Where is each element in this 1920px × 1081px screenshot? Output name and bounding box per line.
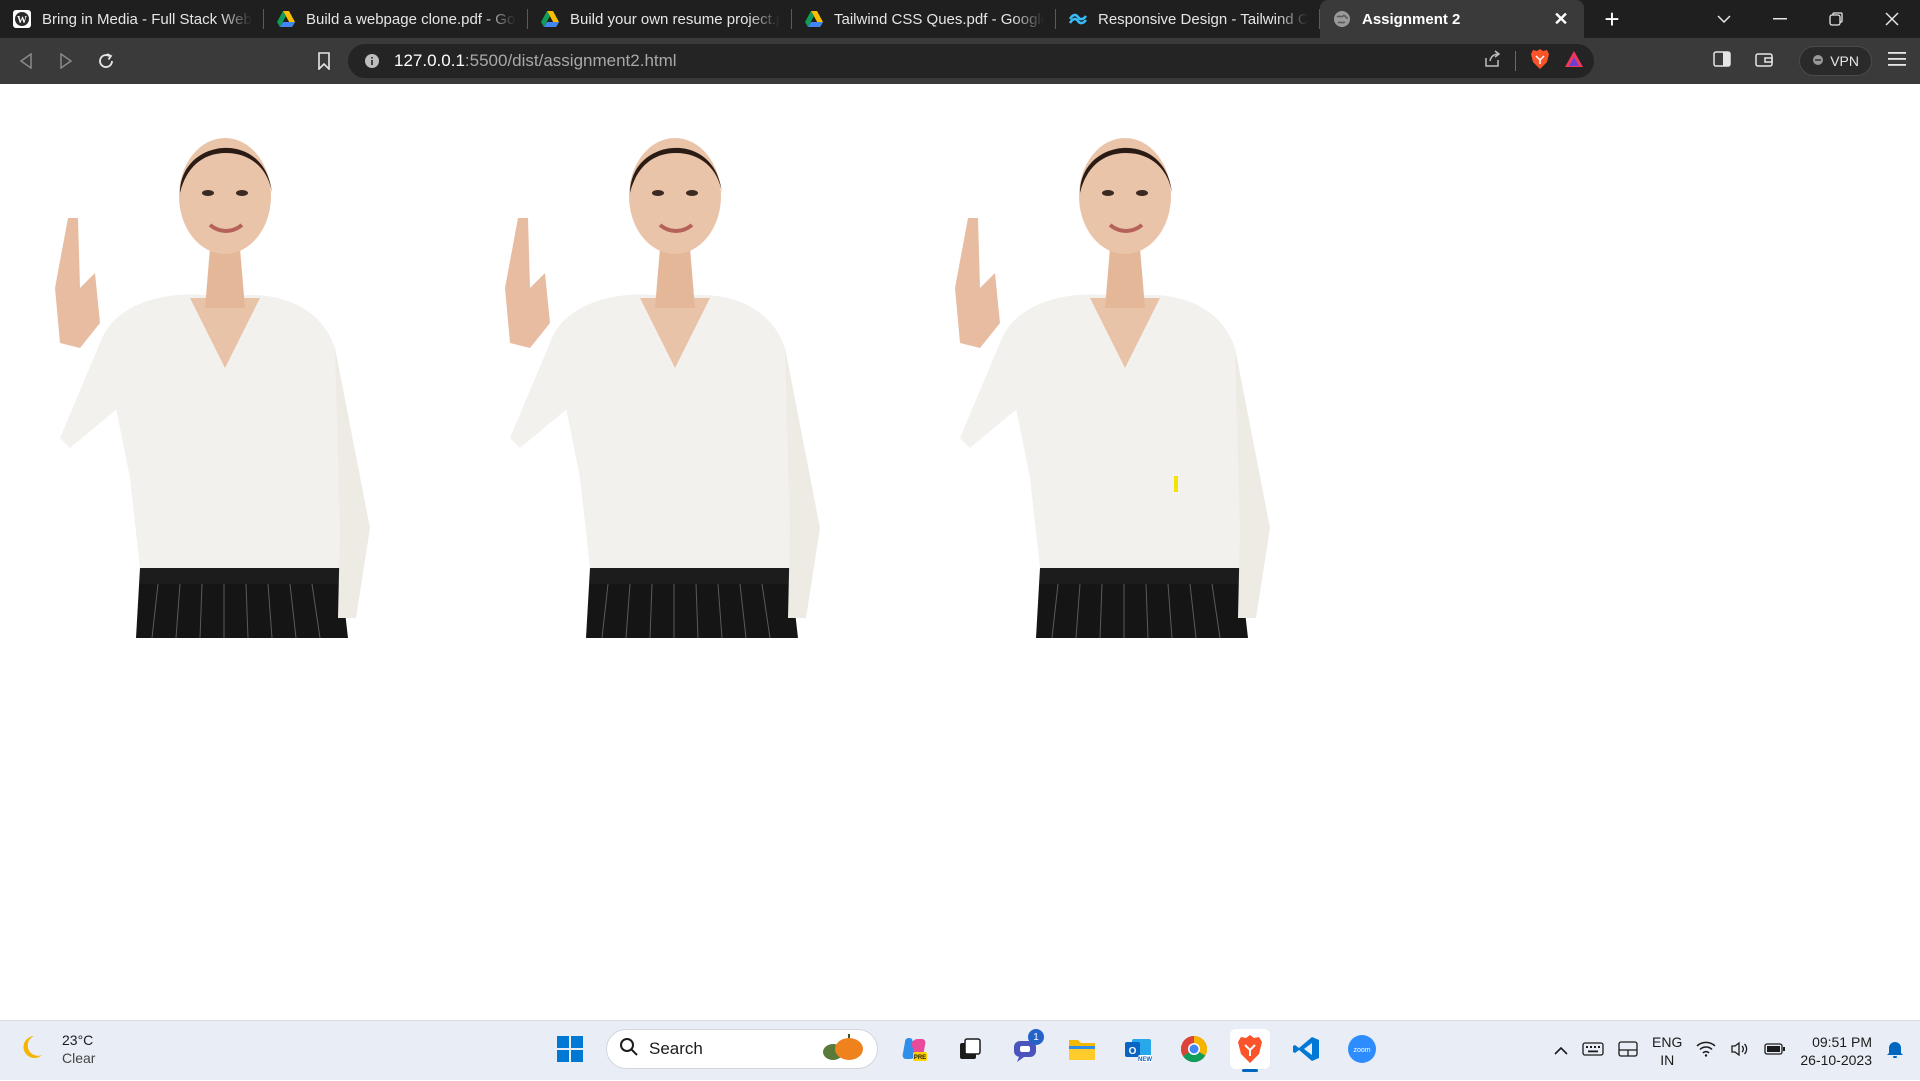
zoom-icon[interactable]: zoom [1342, 1029, 1382, 1069]
weather-temperature: 23°C [62, 1032, 94, 1048]
close-tab-icon[interactable]: ✕ [1550, 8, 1572, 30]
woman-pointing-image-3 [955, 138, 1270, 639]
brave-shields-icon[interactable] [1530, 48, 1550, 75]
taskbar-search[interactable]: Search [606, 1029, 878, 1069]
tab-webpage-clone[interactable]: Build a webpage clone.pdf - Goo [264, 0, 528, 38]
vpn-button[interactable]: VPN [1799, 46, 1872, 76]
tab-assignment-2[interactable]: Assignment 2 ✕ [1320, 0, 1584, 38]
clock-date: 26-10-2023 [1800, 1052, 1872, 1068]
restore-icon[interactable] [1808, 0, 1864, 38]
search-icon [619, 1037, 639, 1062]
language-code: ENG [1652, 1034, 1683, 1050]
language-indicator[interactable]: ENG IN [1652, 1033, 1682, 1069]
back-icon[interactable] [6, 43, 46, 79]
google-drive-icon [804, 9, 824, 29]
weather-condition: Clear [62, 1050, 96, 1066]
site-info-icon[interactable] [362, 51, 382, 71]
tab-bring-in-media[interactable]: W Bring in Media - Full Stack Web D [0, 0, 264, 38]
weather-widget[interactable]: 23°C Clear [22, 1031, 95, 1067]
tab-title: Bring in Media - Full Stack Web D [42, 10, 252, 28]
tab-resume-project[interactable]: Build your own resume project.p [528, 0, 792, 38]
url-host: 127.0.0.1 [394, 51, 465, 70]
address-bar[interactable]: 127.0.0.1:5500/dist/assignment2.html [348, 44, 1594, 78]
tailwind-icon [1068, 9, 1088, 29]
tab-responsive-design[interactable]: Responsive Design - Tailwind CSS [1056, 0, 1320, 38]
sidebar-toggle-icon[interactable] [1713, 50, 1731, 72]
svg-text:O: O [1129, 1046, 1137, 1057]
touchpad-icon[interactable] [1618, 1040, 1638, 1062]
tab-title: Responsive Design - Tailwind CSS [1098, 10, 1308, 28]
tab-title: Build a webpage clone.pdf - Goo [306, 10, 516, 28]
google-drive-icon [540, 9, 560, 29]
battery-icon[interactable] [1764, 1042, 1786, 1061]
vpn-status-icon [1812, 53, 1824, 69]
tab-strip: W Bring in Media - Full Stack Web D Buil… [0, 0, 1920, 38]
keyboard-icon[interactable] [1582, 1041, 1604, 1061]
close-window-icon[interactable] [1864, 0, 1920, 38]
tab-tailwind-ques[interactable]: Tailwind CSS Ques.pdf - Google I [792, 0, 1056, 38]
menu-icon[interactable] [1888, 51, 1906, 71]
notification-bell-icon[interactable] [1886, 1039, 1904, 1064]
woman-pointing-image-2 [505, 138, 820, 639]
share-icon[interactable] [1483, 49, 1501, 73]
region-code: IN [1660, 1052, 1675, 1068]
brave-browser-icon[interactable] [1230, 1029, 1270, 1072]
copilot-icon[interactable]: PRE [894, 1029, 934, 1069]
windows-taskbar: 23°C Clear Search PRE 1 O NEW zoom ENG I… [0, 1020, 1920, 1080]
browser-toolbar: 127.0.0.1:5500/dist/assignment2.html VPN [0, 38, 1920, 84]
tab-title: Tailwind CSS Ques.pdf - Google I [834, 10, 1044, 28]
url-path: :5500/dist/assignment2.html [464, 51, 677, 70]
text-cursor-caret [1174, 476, 1178, 492]
globe-icon [1332, 9, 1352, 29]
svg-text:PRE: PRE [914, 1055, 926, 1061]
start-button[interactable] [550, 1029, 590, 1069]
show-hidden-icons-chevron-icon[interactable] [1554, 1042, 1568, 1060]
outlook-new-icon[interactable]: O NEW [1118, 1029, 1158, 1069]
svg-text:W: W [17, 15, 27, 26]
task-view-icon[interactable] [950, 1029, 990, 1069]
chrome-icon[interactable] [1174, 1029, 1214, 1069]
moon-icon [22, 1033, 50, 1066]
teams-chat-icon[interactable]: 1 [1006, 1029, 1046, 1069]
tab-search-chevron-icon[interactable] [1696, 0, 1752, 38]
vscode-icon[interactable] [1286, 1029, 1326, 1069]
search-highlight-pumpkin-icon [819, 1032, 867, 1067]
tab-title: Assignment 2 [1362, 10, 1461, 28]
bookmark-icon[interactable] [306, 43, 342, 79]
svg-text:zoom: zoom [1353, 1047, 1370, 1054]
reload-icon[interactable] [86, 43, 126, 79]
clock-time: 09:51 PM [1812, 1034, 1872, 1050]
clock[interactable]: 09:51 PM 26-10-2023 [1800, 1033, 1872, 1069]
google-drive-icon [276, 9, 296, 29]
tab-title: Build your own resume project.p [570, 10, 780, 28]
new-tab-button[interactable]: + [1584, 0, 1640, 38]
volume-icon[interactable] [1730, 1041, 1750, 1062]
forward-icon[interactable] [46, 43, 86, 79]
vpn-label: VPN [1830, 53, 1859, 69]
minimize-icon[interactable] [1752, 0, 1808, 38]
page-content [0, 84, 1920, 1020]
woman-pointing-image-1 [55, 138, 370, 639]
notification-badge: 1 [1028, 1029, 1044, 1045]
wordpress-icon: W [12, 9, 32, 29]
svg-text:NEW: NEW [1138, 1057, 1152, 1063]
search-placeholder: Search [649, 1039, 703, 1058]
wifi-icon[interactable] [1696, 1041, 1716, 1062]
file-explorer-icon[interactable] [1062, 1029, 1102, 1069]
brave-rewards-icon[interactable] [1564, 50, 1584, 73]
url-text: 127.0.0.1:5500/dist/assignment2.html [394, 51, 677, 71]
wallet-icon[interactable] [1755, 51, 1773, 72]
